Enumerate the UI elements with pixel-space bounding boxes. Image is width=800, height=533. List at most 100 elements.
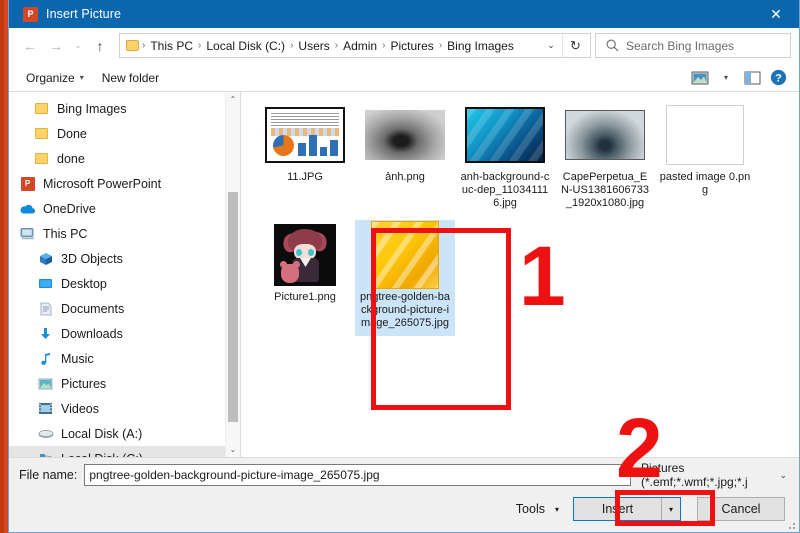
refresh-icon[interactable]: ↻ [562,34,588,57]
breadcrumb-item-pictures[interactable]: Pictures [386,37,437,55]
sidebar-item-done-lower[interactable]: done [9,146,240,171]
breadcrumb-item-bing-images[interactable]: Bing Images [443,37,518,55]
sidebar-item-label: Downloads [61,327,123,341]
file-name-label: CapePerpetua_EN-US1381606733_1920x1080.j… [559,171,651,210]
dialog-title: Insert Picture [46,7,121,21]
file-name-label: pasted image 0.png [659,171,751,197]
resize-grip[interactable] [786,520,796,530]
sidebar-item-local-disk-a[interactable]: Local Disk (A:) [9,421,240,446]
back-button[interactable]: ← [17,33,43,59]
file-tile-pngtree-golden-background[interactable]: pngtree-golden-background-picture-image_… [355,220,455,336]
sidebar-scrollbar[interactable]: ⌃ ⌄ [225,92,240,457]
sidebar-item-microsoft-powerpoint[interactable]: P Microsoft PowerPoint [9,171,240,196]
file-tile-anh-background-cuc-dep[interactable]: anh-background-cuc-dep_110341116.jpg [455,100,555,216]
cancel-button[interactable]: Cancel [697,497,785,521]
downloads-icon [37,326,54,342]
desktop-icon [37,276,54,292]
sidebar-item-this-pc[interactable]: This PC [9,221,240,246]
dialog-content: Bing Images Done done P Microsoft PowerP… [9,92,799,457]
help-icon[interactable]: ? [765,67,791,89]
sidebar-item-3d-objects[interactable]: 3D Objects [9,246,240,271]
sidebar-item-label: done [57,152,85,166]
file-tile-anh-png[interactable]: ảnh.png [355,100,455,216]
breadcrumb-item-local-disk-c[interactable]: Local Disk (C:) [202,37,289,55]
powerpoint-icon: P [23,7,38,22]
close-icon[interactable]: ✕ [753,0,799,28]
recent-locations-button[interactable]: ⌄ [69,33,87,59]
file-tile-11-jpg[interactable]: 11.JPG [255,100,355,216]
insert-split-button[interactable]: Insert ▾ [573,497,681,521]
footer-button-row: Tools ▾ Insert ▾ Cancel [9,492,799,532]
search-box[interactable] [595,33,791,58]
sidebar-item-pictures[interactable]: Pictures [9,371,240,396]
insert-button[interactable]: Insert [574,498,662,520]
sidebar-item-label: Pictures [61,377,106,391]
file-type-filter-dropdown[interactable]: Pictures (*.emf;*.wmf;*.jpg;*.j ⌄ [639,464,789,486]
file-type-filter-value: Pictures (*.emf;*.wmf;*.jpg;*.j [641,461,775,489]
golden-gradient-thumbnail [365,224,445,286]
chevron-down-icon: ⌄ [775,470,787,481]
insert-dropdown-arrow-icon[interactable]: ▾ [662,498,680,520]
sidebar-item-bing-images[interactable]: Bing Images [9,96,240,121]
music-icon [37,351,54,367]
toolbar: Organize ▾ New folder ▾ ? [9,64,799,92]
breadcrumb-item-this-pc[interactable]: This PC [146,37,197,55]
sidebar-item-local-disk-c[interactable]: Local Disk (C:) [9,446,240,457]
sidebar-item-done-upper[interactable]: Done [9,121,240,146]
organize-button[interactable]: Organize ▾ [17,68,93,88]
navigation-pane: Bing Images Done done P Microsoft PowerP… [9,92,241,457]
sidebar-item-label: Documents [61,302,124,316]
file-tile-pasted-image-0[interactable]: pasted image 0.png [655,100,755,216]
chevron-down-icon[interactable]: ⌄ [541,40,561,51]
preview-pane-icon[interactable] [739,67,765,89]
scroll-up-icon[interactable]: ⌃ [226,92,240,107]
blank-white-thumbnail [665,104,745,166]
folder-icon [126,40,139,51]
scroll-down-icon[interactable]: ⌄ [226,442,240,457]
sidebar-item-label: Videos [61,402,99,416]
folder-icon [33,126,50,142]
sidebar-item-music[interactable]: Music [9,346,240,371]
new-folder-button[interactable]: New folder [93,68,168,88]
folder-icon [33,101,50,117]
forward-button[interactable]: → [43,33,69,59]
folder-icon [33,151,50,167]
chevron-down-icon: ▾ [724,73,728,82]
dialog-footer: File name: Pictures (*.emf;*.wmf;*.jpg;*… [9,457,799,532]
filename-label: File name: [19,468,77,482]
view-options-caret-icon[interactable]: ▾ [713,67,739,89]
sidebar-item-videos[interactable]: Videos [9,396,240,421]
anime-character-thumbnail [265,224,345,286]
blue-abstract-thumbnail [465,104,545,166]
3d-objects-icon [37,251,54,267]
tools-label: Tools [516,502,545,516]
file-tile-picture1-png[interactable]: Picture1.png [255,220,355,336]
search-input[interactable] [626,39,776,53]
file-list-pane[interactable]: 11.JPG ảnh.png anh-background-cuc-dep_11… [241,92,799,457]
powerpoint-icon: P [19,176,36,192]
dialog-titlebar: P Insert Picture ✕ [9,0,799,28]
sidebar-item-desktop[interactable]: Desktop [9,271,240,296]
sidebar-item-label: Local Disk (A:) [61,427,142,441]
breadcrumb-item-admin[interactable]: Admin [339,37,381,55]
sidebar-item-documents[interactable]: Documents [9,296,240,321]
breadcrumb-item-users[interactable]: Users [294,37,333,55]
address-bar[interactable]: › This PC › Local Disk (C:) › Users › Ad… [119,33,591,58]
sidebar-list: Bing Images Done done P Microsoft PowerP… [9,92,240,457]
sidebar-item-downloads[interactable]: Downloads [9,321,240,346]
file-name-label: anh-background-cuc-dep_110341116.jpg [459,171,551,210]
sidebar-item-onedrive[interactable]: OneDrive [9,196,240,221]
tools-button[interactable]: Tools ▾ [510,498,565,520]
hard-drive-icon [37,451,54,458]
pictures-icon [37,376,54,392]
file-tile-cape-perpetua[interactable]: CapePerpetua_EN-US1381606733_1920x1080.j… [555,100,655,216]
chevron-down-icon: ▾ [555,505,559,514]
videos-icon [37,401,54,417]
document-chart-thumbnail [265,104,345,166]
sidebar-item-label: Music [61,352,94,366]
filename-input[interactable] [84,464,631,486]
floppy-drive-icon [37,426,54,442]
sidebar-scrollbar-thumb[interactable] [228,192,238,422]
view-options-icon[interactable] [687,67,713,89]
up-one-level-button[interactable]: ↑ [87,33,113,59]
